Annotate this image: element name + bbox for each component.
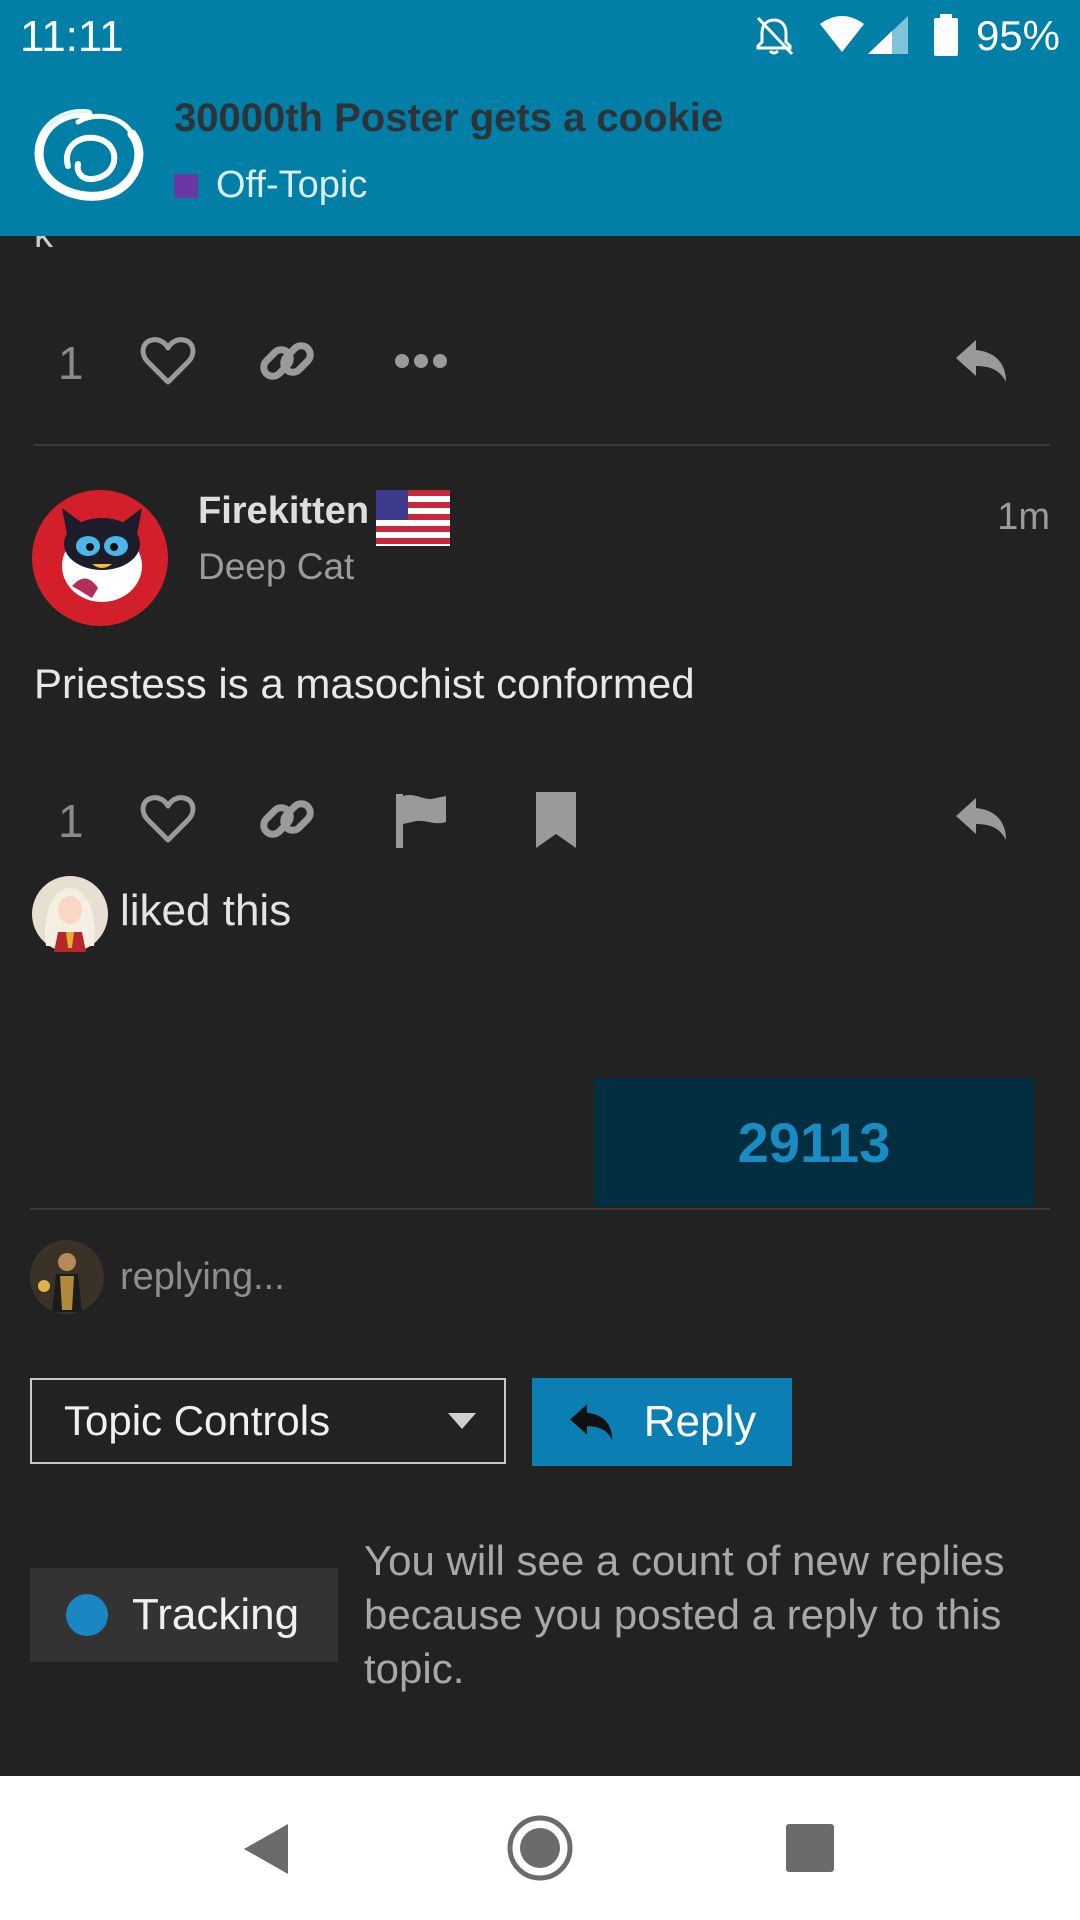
post-date[interactable]: 1m [997, 496, 1050, 539]
android-nav-bar [0, 1776, 1080, 1920]
replying-indicator: replying... [120, 1256, 285, 1298]
wifi-icon [818, 14, 866, 54]
like-count[interactable]: 1 [58, 794, 84, 848]
flag-icon[interactable] [396, 792, 448, 848]
back-icon[interactable] [244, 1824, 288, 1874]
topic-title[interactable]: 30000th Poster gets a cookie [174, 96, 723, 141]
liker-avatar[interactable] [32, 876, 108, 952]
bookmark-icon[interactable] [536, 792, 576, 848]
notification-level-description: You will see a count of new replies beca… [364, 1537, 1005, 1692]
notification-level-button[interactable]: Tracking [30, 1568, 338, 1662]
chevron-down-icon [448, 1413, 476, 1429]
post-divider [34, 444, 1050, 446]
recents-icon[interactable] [786, 1824, 834, 1872]
notifications-off-icon [752, 14, 796, 58]
status-time: 11:11 [20, 12, 124, 61]
link-icon[interactable] [258, 790, 316, 848]
liked-by-text: liked this [120, 886, 292, 935]
flag-usa-icon [376, 490, 450, 546]
battery-icon [934, 14, 958, 56]
reply-icon[interactable] [954, 794, 1010, 844]
avatar[interactable] [32, 490, 168, 626]
home-icon[interactable] [506, 1814, 574, 1882]
category-badge[interactable]: Off-Topic [174, 164, 367, 207]
user-title: Deep Cat [198, 546, 355, 587]
previous-like-count[interactable]: 1 [58, 336, 84, 390]
topic-controls-label: Topic Controls [64, 1397, 331, 1444]
category-name: Off-Topic [216, 164, 368, 206]
replying-user-avatar[interactable] [30, 1240, 104, 1314]
topic-header: 11:11 95% 30000th Poster gets a cookie O… [0, 0, 1080, 236]
post-progress-indicator[interactable]: 29113 [594, 1078, 1034, 1206]
post-number: 29113 [737, 1110, 891, 1174]
tracking-circle-icon [66, 1594, 108, 1636]
like-icon[interactable] [140, 794, 196, 844]
like-icon[interactable] [140, 336, 196, 386]
site-logo-icon[interactable] [28, 100, 152, 206]
reply-button[interactable]: Reply [532, 1378, 792, 1466]
reply-icon [568, 1401, 616, 1443]
topic-footer-divider [30, 1208, 1050, 1210]
reply-icon[interactable] [954, 336, 1010, 386]
signal-icon [866, 14, 910, 56]
more-icon[interactable] [394, 350, 448, 372]
category-color-square [174, 173, 198, 198]
link-icon[interactable] [258, 332, 316, 390]
reply-label: Reply [643, 1397, 757, 1446]
battery-percent: 95% [975, 12, 1060, 59]
post-body: Priestess is a masochist conformed [34, 660, 695, 707]
topic-controls-dropdown[interactable]: Topic Controls [30, 1378, 506, 1464]
notification-level-label: Tracking [132, 1590, 300, 1639]
username[interactable]: Firekitten [198, 490, 369, 533]
